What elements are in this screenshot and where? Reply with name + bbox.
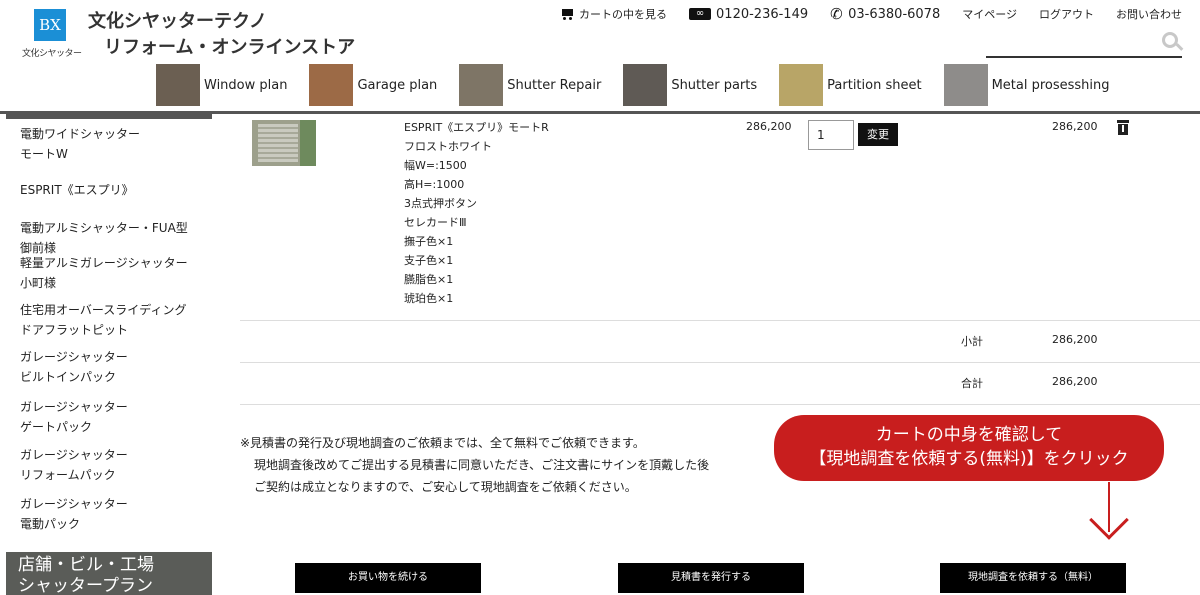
row-divider xyxy=(240,320,1200,321)
free-dial[interactable]: 0120-236-149 xyxy=(689,7,808,22)
subtotal-value: 286,200 xyxy=(1052,333,1098,346)
free-dial-icon xyxy=(689,8,712,20)
sidebar-item[interactable]: ガレージシャッター ゲートパック xyxy=(20,397,128,437)
sidebar-item[interactable]: 電動ワイドシャッター モートW xyxy=(20,124,140,164)
phone-number: 03-6380-6078 xyxy=(848,6,941,22)
cart-link-label: カートの中を見る xyxy=(579,8,668,21)
row-divider xyxy=(240,362,1200,363)
sidebar-top-bar xyxy=(6,114,212,119)
nav-item-partition-sheet[interactable]: Partition sheet xyxy=(779,64,922,106)
nav-item-garage-plan[interactable]: Garage plan xyxy=(309,64,437,106)
trash-icon-detail xyxy=(1121,125,1125,132)
top-links: カートの中を見る 0120-236-149 03-6380-6078 マイページ… xyxy=(560,5,1182,23)
site-header: BX 文化シヤッター 文化シヤッターテクノ リフォーム・オンラインストア カート… xyxy=(0,0,1200,114)
sidebar-item[interactable]: ESPRIT《エスプリ》 xyxy=(20,180,134,200)
product-option: 臙脂色×1 xyxy=(404,273,454,286)
cart-link[interactable]: カートの中を見る xyxy=(560,6,667,22)
nav-item-metal-prosesshing[interactable]: Metal prosesshing xyxy=(943,64,1110,106)
nav-thumbnail xyxy=(459,64,504,106)
notice-line: ご契約は成立となりますので、ご安心して現地調査をご依頼ください。 xyxy=(254,480,637,494)
nav-label: Metal prosesshing xyxy=(991,77,1110,93)
product-option: 支子色×1 xyxy=(404,254,454,267)
notice-line: 現地調査後改めてご提出する見積書に同意いただき、ご注文書にサインを頂戴した後 xyxy=(254,458,710,472)
callout-line: カートの中身を確認して xyxy=(875,425,1063,445)
nav-item-shutter-repair[interactable]: Shutter Repair xyxy=(459,64,601,106)
nav-thumbnail xyxy=(779,64,824,106)
product-name[interactable]: ESPRIT《エスプリ》モートR xyxy=(404,118,549,137)
search-input[interactable] xyxy=(986,30,1182,58)
instruction-callout: カートの中身を確認して 【現地調査を依頼する(無料)】をクリック xyxy=(774,415,1164,481)
arrow-head-icon xyxy=(1089,500,1129,540)
nav-thumbnail xyxy=(623,64,668,106)
shop-building-plan-banner[interactable]: 店舗・ビル・工場 シャッタープラン xyxy=(6,552,212,595)
brand-logo-subtext: 文化シヤッター xyxy=(22,49,82,59)
sidebar-item[interactable]: 住宅用オーバースライディング ドアフラットピット xyxy=(20,300,186,340)
sidebar: 店舗・ビル・工場 シャッタープラン 電動ワイドシャッター モートW ESPRIT《… xyxy=(0,114,222,595)
cart-icon xyxy=(560,8,574,20)
phone[interactable]: 03-6380-6078 xyxy=(830,5,941,23)
nav-item-shutter-parts[interactable]: Shutter parts xyxy=(623,64,757,106)
line-total: 286,200 xyxy=(1052,120,1098,133)
nav-thumbnail xyxy=(943,64,988,106)
quantity-input[interactable]: 1 xyxy=(808,120,854,150)
sidebar-item[interactable]: ガレージシャッター リフォームパック xyxy=(20,445,128,485)
row-divider xyxy=(240,404,1200,405)
nav-label: Window plan xyxy=(204,77,288,93)
search-icon[interactable] xyxy=(1162,32,1178,48)
logout-link[interactable]: ログアウト xyxy=(1039,6,1094,22)
notice-line: ※見積書の発行及び現地調査のご依頼までは、全て無料でご依頼できます。 xyxy=(240,436,645,450)
product-details: ESPRIT《エスプリ》モートR フロストホワイト 幅W=:1500 高H=:100… xyxy=(404,118,549,308)
product-option: フロストホワイト xyxy=(404,140,492,153)
product-option: 高H=:1000 xyxy=(404,178,465,191)
subtotal-label: 小計 xyxy=(961,335,983,348)
nav-label: Shutter parts xyxy=(671,77,758,93)
brand-logo[interactable]: BX xyxy=(34,9,66,41)
total-label: 合計 xyxy=(961,377,983,390)
phone-icon xyxy=(830,5,843,23)
total-value: 286,200 xyxy=(1052,375,1098,388)
sidebar-item[interactable]: ガレージシャッター 電動パック xyxy=(20,494,128,534)
product-option: 撫子色×1 xyxy=(404,235,454,248)
product-option: セレカードⅢ xyxy=(404,216,467,229)
cart-main: ESPRIT《エスプリ》モートR フロストホワイト 幅W=:1500 高H=:100… xyxy=(222,114,1200,595)
sidebar-item[interactable]: ガレージシャッター ビルトインパック xyxy=(20,347,128,387)
nav-item-window-plan[interactable]: Window plan xyxy=(156,64,287,106)
callout-line: 【現地調査を依頼する(無料)】をクリック xyxy=(809,449,1129,469)
nav-thumbnail xyxy=(156,64,200,106)
nav-thumbnail xyxy=(309,64,354,106)
product-option: 3点式押ボタン xyxy=(404,197,477,210)
nav-label: Shutter Repair xyxy=(507,77,602,93)
issue-estimate-button[interactable]: 見積書を発行する xyxy=(618,563,804,593)
update-quantity-button[interactable]: 変更 xyxy=(858,123,898,146)
product-option: 琥珀色×1 xyxy=(404,292,454,305)
nav-label: Garage plan xyxy=(357,77,438,93)
product-option: 幅W=:1500 xyxy=(404,159,467,172)
mypage-link[interactable]: マイページ xyxy=(962,6,1017,22)
site-title[interactable]: 文化シヤッターテクノ リフォーム・オンラインストア xyxy=(88,9,355,61)
sidebar-item[interactable]: 電動アルミシャッター・FUA型 御前様 xyxy=(20,218,188,258)
free-dial-number: 0120-236-149 xyxy=(716,6,809,22)
sidebar-item[interactable]: 軽量アルミガレージシャッター 小町様 xyxy=(20,253,188,293)
nav-label: Partition sheet xyxy=(827,77,922,93)
site-title-line2: リフォーム・オンラインストア xyxy=(104,37,356,58)
request-survey-button[interactable]: 現地調査を依頼する（無料） xyxy=(940,563,1126,593)
site-title-line1: 文化シヤッターテクノ xyxy=(88,11,267,32)
product-thumbnail[interactable] xyxy=(252,120,316,166)
continue-shopping-button[interactable]: お買い物を続ける xyxy=(295,563,481,593)
free-service-notice: ※見積書の発行及び現地調査のご依頼までは、全て無料でご依頼できます。 現地調査後… xyxy=(240,432,709,498)
contact-link[interactable]: お問い合わせ xyxy=(1116,6,1182,22)
category-nav: Window plan Garage plan Shutter Repair Shut… xyxy=(156,64,1132,106)
unit-price: 286,200 xyxy=(746,120,792,133)
